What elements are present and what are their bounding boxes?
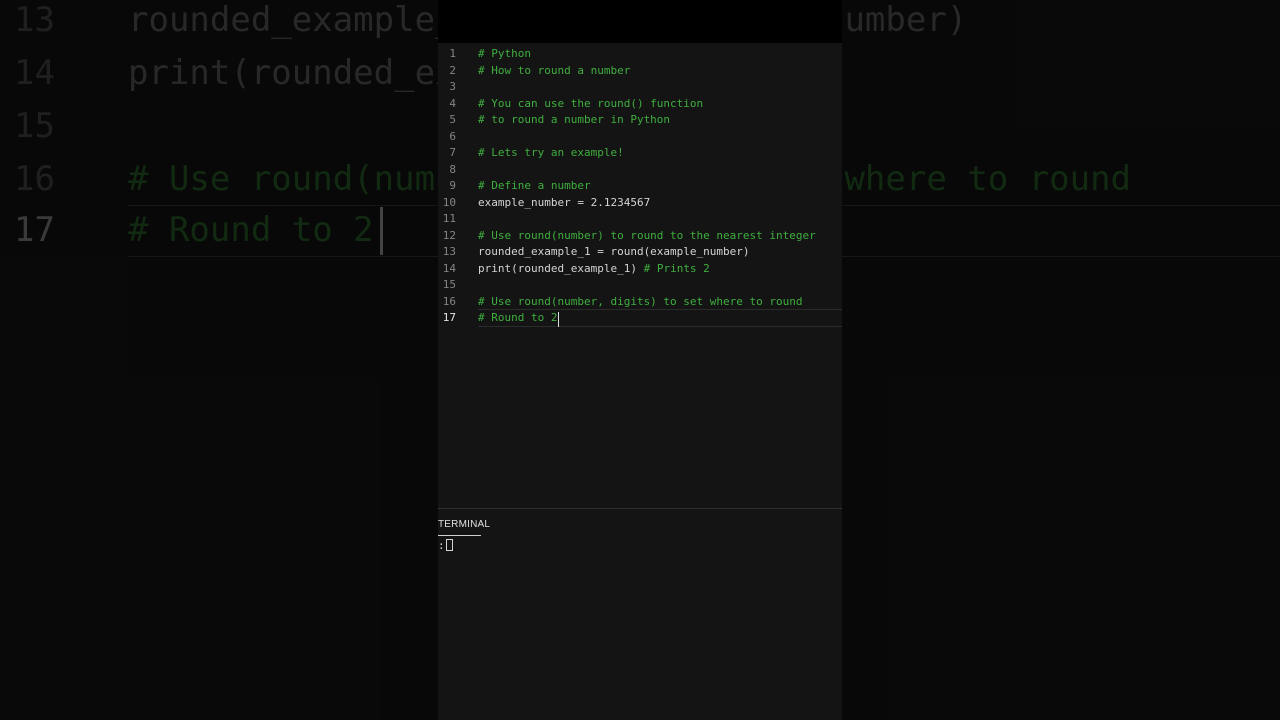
panel-divider [438, 508, 842, 509]
code-line[interactable]: 7 # Lets try an example! [438, 145, 842, 161]
code-line[interactable]: 8 [438, 162, 842, 178]
line-number: 17 [442, 311, 456, 324]
line-number: 4 [449, 96, 456, 110]
line-number: 3 [449, 80, 456, 93]
active-line-highlight [478, 309, 842, 327]
code-line[interactable]: 15 [438, 277, 842, 293]
line-number: 15 [442, 278, 456, 291]
line-text: # Lets try an example! [478, 146, 624, 159]
line-number: 5 [449, 113, 456, 126]
code-line[interactable]: 3 [438, 79, 842, 95]
code-line[interactable]: 12 # Use round(number) to round to the ne… [438, 228, 842, 244]
terminal-prompt[interactable]: : [438, 539, 453, 553]
line-number: 12 [442, 228, 456, 242]
terminal-cursor [445, 539, 453, 551]
line-text: print(rounded_example_1) # Prints 2 [478, 261, 710, 275]
editor-window: 1 # Python 2 # How to round a number 3 4 # You… [438, 0, 842, 720]
line-number: 14 [442, 261, 456, 275]
code-line[interactable]: 2 # How to round a number [438, 63, 842, 79]
line-number: 2 [449, 63, 456, 77]
tab-terminal-underline [438, 535, 481, 536]
code-line[interactable]: 4 # You can use the round() function [438, 96, 842, 112]
code-line[interactable]: 1 # Python [438, 46, 842, 62]
line-text: # Use round(number) to round to the near… [478, 228, 816, 242]
line-text: # to round a number in Python [478, 113, 671, 126]
line-number: 16 [442, 294, 456, 308]
line-number: 7 [449, 146, 456, 159]
line-number: 13 [442, 245, 456, 258]
code-line[interactable]: 14 print(rounded_example_1) # Prints 2 [438, 261, 842, 277]
line-text: example_number = 2.1234567 [478, 195, 651, 209]
code-line[interactable]: 10 example_number = 2.1234567 [438, 195, 842, 211]
line-text: # Define a number [478, 179, 591, 192]
code-line[interactable]: 9 # Define a number [438, 178, 842, 194]
code-editor[interactable]: 1 # Python 2 # How to round a number 3 4 # You… [438, 46, 842, 506]
line-number: 1 [449, 47, 456, 60]
editor-text-cursor [558, 312, 559, 327]
line-text: rounded_example_1 = round(example_number… [478, 245, 750, 258]
terminal-prompt-text: : [438, 539, 445, 552]
tab-terminal[interactable]: TERMINAL [438, 519, 490, 530]
line-number: 9 [449, 179, 456, 192]
code-line[interactable]: 13 rounded_example_1 = round(example_numb… [438, 244, 842, 260]
editor-top-bar [438, 0, 842, 43]
code-line[interactable]: 11 [438, 211, 842, 227]
code-line[interactable]: 6 [438, 129, 842, 145]
line-number: 11 [442, 212, 456, 225]
line-number: 10 [442, 195, 456, 209]
line-text: # How to round a number [478, 63, 631, 77]
code-line[interactable]: 16 # Use round(number, digits) to set whe… [438, 294, 842, 310]
line-text: # Python [478, 47, 531, 60]
code-line[interactable]: 5 # to round a number in Python [438, 112, 842, 128]
line-text: # Use round(number, digits) to set where… [478, 294, 803, 308]
line-number: 6 [449, 129, 456, 143]
line-number: 8 [449, 162, 456, 176]
line-text: # You can use the round() function [478, 96, 704, 110]
